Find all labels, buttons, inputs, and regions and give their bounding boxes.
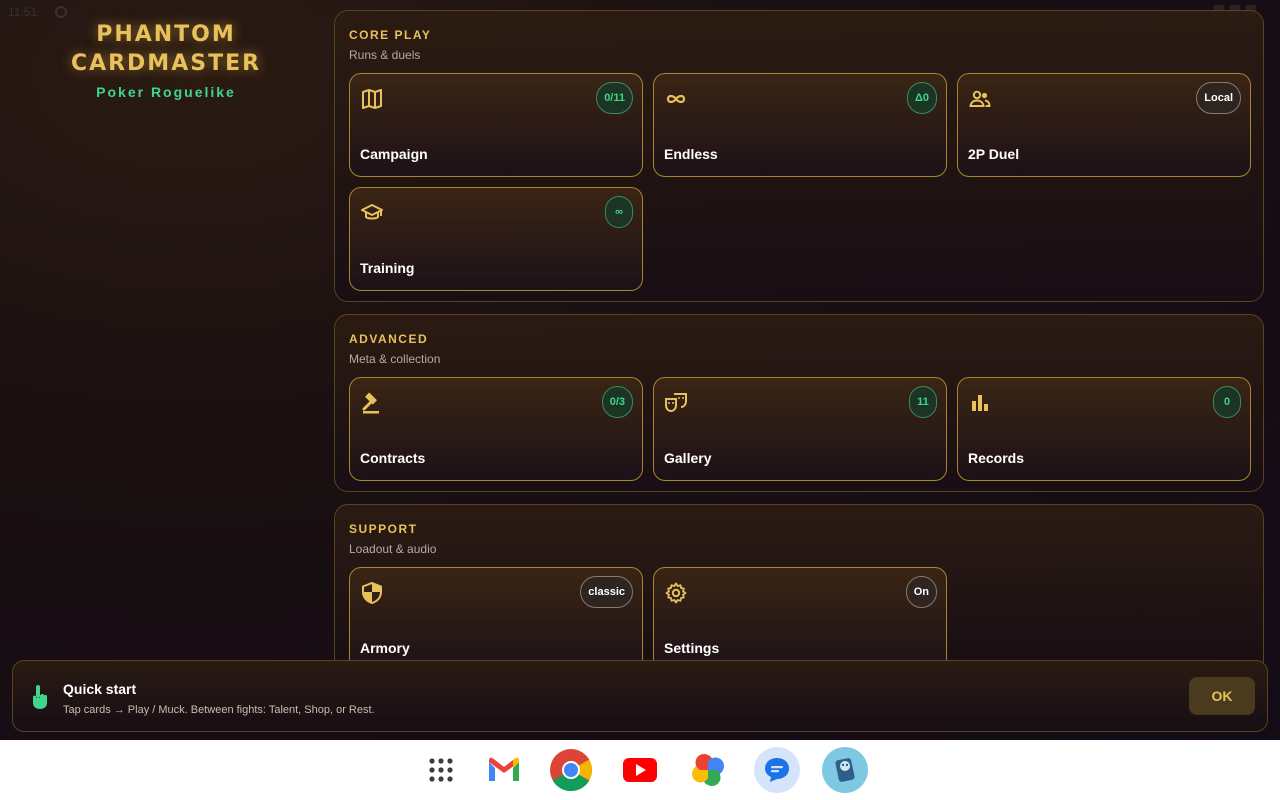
people-icon bbox=[969, 90, 991, 107]
gmail-icon[interactable] bbox=[481, 747, 527, 793]
phantom-cardmaster-app-icon[interactable] bbox=[822, 747, 868, 793]
card-label: Endless bbox=[664, 146, 718, 162]
campaign-progress-badge: 0/11 bbox=[596, 82, 633, 114]
shield-icon bbox=[362, 581, 382, 605]
card-label: Records bbox=[968, 450, 1025, 466]
chrome-icon[interactable] bbox=[548, 747, 594, 793]
card-label: Armory bbox=[360, 640, 410, 656]
section-title: CORE PLAY bbox=[349, 28, 432, 42]
endless-delta-badge: Δ0 bbox=[906, 82, 937, 114]
card-gallery[interactable]: 11 Gallery bbox=[653, 377, 947, 481]
card-training[interactable]: ∞ Training bbox=[349, 187, 643, 291]
card-label: Gallery bbox=[664, 450, 712, 466]
quick-start-title: Quick start bbox=[63, 681, 137, 697]
records-count-badge: 0 bbox=[1213, 386, 1241, 418]
duel-mode-badge: Local bbox=[1196, 82, 1241, 114]
gallery-count-badge: 11 bbox=[909, 386, 937, 418]
app-screen: 11:51 PHANTOM CARDMASTER Poker Roguelike… bbox=[0, 0, 1280, 740]
infinity-icon bbox=[666, 94, 686, 104]
training-badge: ∞ bbox=[605, 196, 633, 228]
gavel-icon bbox=[362, 392, 379, 414]
section-support: SUPPORT Loadout & audio classic Armory O… bbox=[334, 504, 1264, 674]
settings-audio-badge: On bbox=[905, 576, 937, 608]
card-label: Contracts bbox=[360, 450, 426, 466]
card-2p-duel[interactable]: Local 2P Duel bbox=[957, 73, 1251, 177]
card-endless[interactable]: Δ0 Endless bbox=[653, 73, 947, 177]
sync-icon bbox=[55, 6, 67, 18]
messages-icon[interactable] bbox=[754, 747, 800, 793]
armory-loadout-badge: classic bbox=[580, 576, 633, 608]
card-label: 2P Duel bbox=[968, 146, 1020, 162]
app-drawer-icon[interactable] bbox=[418, 747, 464, 793]
section-title: ADVANCED bbox=[349, 332, 429, 346]
youtube-icon[interactable] bbox=[617, 747, 663, 793]
section-subtitle: Runs & duels bbox=[349, 48, 421, 62]
brand-title-line1: PHANTOM bbox=[96, 22, 236, 47]
brand-subtitle: Poker Roguelike bbox=[96, 84, 236, 100]
card-settings[interactable]: On Settings bbox=[653, 567, 947, 671]
taskbar bbox=[0, 740, 1280, 800]
status-time: 11:51 bbox=[8, 5, 38, 19]
card-label: Training bbox=[360, 260, 415, 276]
section-core-play: CORE PLAY Runs & duels 0/11 Campaign Δ0 … bbox=[334, 10, 1264, 302]
section-title: SUPPORT bbox=[349, 522, 418, 536]
brand-logo: PHANTOM CARDMASTER Poker Roguelike bbox=[40, 20, 292, 100]
contracts-progress-badge: 0/3 bbox=[601, 386, 633, 418]
theater-masks-icon bbox=[665, 393, 687, 413]
bar-chart-icon bbox=[972, 395, 988, 411]
tap-hand-icon bbox=[33, 685, 47, 709]
map-icon bbox=[362, 89, 382, 109]
brand-title-line2: CARDMASTER bbox=[70, 51, 262, 76]
card-label: Settings bbox=[664, 640, 720, 656]
card-label: Campaign bbox=[360, 146, 428, 162]
quick-start-text: Tap cards → Play / Muck. Between fights:… bbox=[63, 704, 375, 716]
card-armory[interactable]: classic Armory bbox=[349, 567, 643, 671]
card-campaign[interactable]: 0/11 Campaign bbox=[349, 73, 643, 177]
card-records[interactable]: 0 Records bbox=[957, 377, 1251, 481]
quick-start-banner: Quick start Tap cards → Play / Muck. Bet… bbox=[12, 660, 1268, 732]
card-contracts[interactable]: 0/3 Contracts bbox=[349, 377, 643, 481]
graduation-cap-icon bbox=[361, 204, 383, 220]
gear-icon bbox=[665, 582, 687, 604]
ok-button[interactable]: OK bbox=[1189, 677, 1255, 715]
section-subtitle: Meta & collection bbox=[349, 352, 441, 366]
section-subtitle: Loadout & audio bbox=[349, 542, 437, 556]
section-advanced: ADVANCED Meta & collection 0/3 Contracts… bbox=[334, 314, 1264, 492]
photos-icon[interactable] bbox=[685, 747, 731, 793]
